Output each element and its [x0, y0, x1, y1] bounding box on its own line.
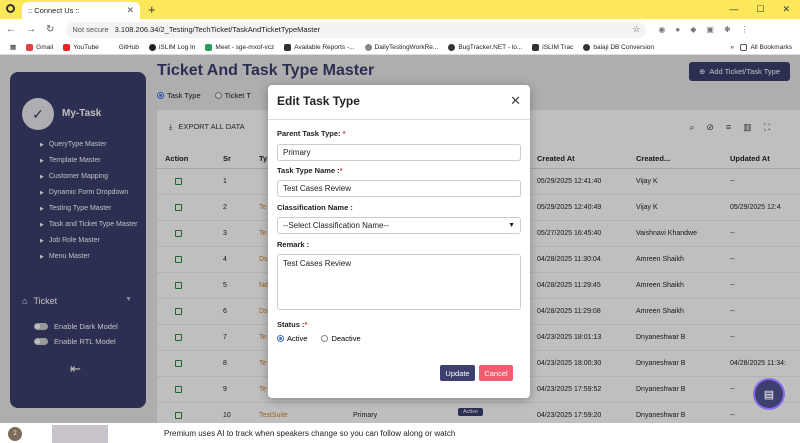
extensions-puzzle-icon[interactable]: ✱ — [724, 25, 731, 34]
address-bar-row: ← → ↻ Not secure 3.108.206.34/2_Testing/… — [0, 19, 800, 40]
bookmark-meet[interactable]: Meet - sge-mxof-vcz — [205, 43, 274, 51]
task-type-name-input[interactable]: Test Cases Review — [277, 180, 521, 197]
close-tab-icon[interactable]: ✕ — [126, 5, 134, 16]
radio-active[interactable]: Active — [277, 334, 307, 343]
not-secure-label[interactable]: Not secure — [72, 25, 108, 34]
back-icon[interactable]: ← — [6, 24, 16, 35]
bookmark-github[interactable]: GitHub — [108, 43, 139, 51]
task-type-name-label: Task Type Name :* — [277, 166, 343, 175]
extension-icon[interactable]: ◉ — [658, 25, 665, 34]
forward-icon[interactable]: → — [26, 24, 36, 35]
parent-task-type-field[interactable]: Primary — [277, 144, 521, 161]
maximize-icon[interactable]: ☐ — [756, 4, 764, 15]
bookmark-islim-login[interactable]: iSLIM Log In — [148, 43, 195, 51]
close-icon[interactable]: ✕ — [510, 93, 521, 109]
chat-icon[interactable]: ▤ — [755, 380, 783, 408]
menu-dots-icon[interactable]: ⋮ — [741, 25, 749, 34]
bookmark-youtube[interactable]: YouTube — [63, 43, 99, 51]
bookmarks-bar: ▦ Gmail YouTube GitHub iSLIM Log In Meet… — [0, 40, 800, 55]
radio-deactive[interactable]: Deactive — [321, 334, 361, 343]
avatar: 2 — [8, 427, 22, 441]
extension-icon[interactable]: ● — [675, 25, 680, 34]
status-label: Status :* — [277, 320, 308, 329]
radio-circle[interactable] — [321, 335, 329, 342]
extension-icon[interactable]: ◆ — [690, 25, 696, 34]
parent-task-type-label: Parent Task Type: * — [277, 129, 346, 138]
bookmark-islim-trac[interactable]: iSLIM Trac — [532, 43, 573, 51]
modal-title: Edit Task Type — [277, 94, 360, 108]
divider — [268, 119, 530, 120]
cancel-button[interactable]: Cancel — [479, 365, 513, 381]
all-bookmarks[interactable]: » All Bookmarks — [730, 43, 792, 51]
apps-grid-icon[interactable]: ▦ — [10, 43, 16, 51]
browser-tabbar: :: Connect Us :: ✕ + — ☐ ✕ — [0, 0, 800, 19]
edit-task-type-modal: Edit Task Type ✕ Parent Task Type: * Pri… — [268, 85, 530, 398]
reload-icon[interactable]: ↻ — [46, 24, 54, 35]
extension-icon[interactable]: ▣ — [706, 25, 714, 34]
remark-textarea[interactable]: Test Cases Review — [277, 254, 521, 310]
remark-label: Remark : — [277, 240, 310, 249]
notification-text: Premium uses AI to track when speakers c… — [164, 429, 456, 438]
status-radio-group: Active Deactive — [277, 334, 361, 343]
browser-tab[interactable]: :: Connect Us :: ✕ — [22, 2, 140, 19]
profile-icon[interactable] — [6, 4, 15, 13]
bookmark-daily-testing[interactable]: DailyTestingWorkRe... — [364, 43, 438, 51]
update-button[interactable]: Update — [440, 365, 475, 381]
classification-name-label: Classification Name : — [277, 203, 353, 212]
bookmark-available-reports[interactable]: Available Reports -... — [284, 43, 355, 51]
bookmark-gmail[interactable]: Gmail — [26, 43, 53, 51]
close-window-icon[interactable]: ✕ — [782, 4, 790, 15]
bookmark-star-icon[interactable]: ☆ — [632, 24, 640, 35]
tab-title: :: Connect Us :: — [28, 6, 80, 15]
video-thumbnail — [52, 425, 108, 443]
address-bar[interactable]: Not secure 3.108.206.34/2_Testing/TechTi… — [66, 21, 647, 38]
classification-name-select[interactable]: --Select Classification Name-- ▼ — [277, 217, 521, 234]
bookmark-balaji[interactable]: balaji DB Conversion — [583, 43, 654, 51]
radio-circle[interactable] — [277, 335, 284, 342]
bookmark-bugtracker[interactable]: BugTracker.NET - lo... — [448, 43, 522, 51]
notification-bar: 2 Premium uses AI to track when speakers… — [0, 423, 800, 443]
url-text: 3.108.206.34/2_Testing/TechTicket/TaskAn… — [114, 25, 321, 34]
minimize-icon[interactable]: — — [729, 4, 738, 15]
new-tab-icon[interactable]: + — [148, 2, 156, 17]
chevron-down-icon: ▼ — [508, 222, 515, 229]
